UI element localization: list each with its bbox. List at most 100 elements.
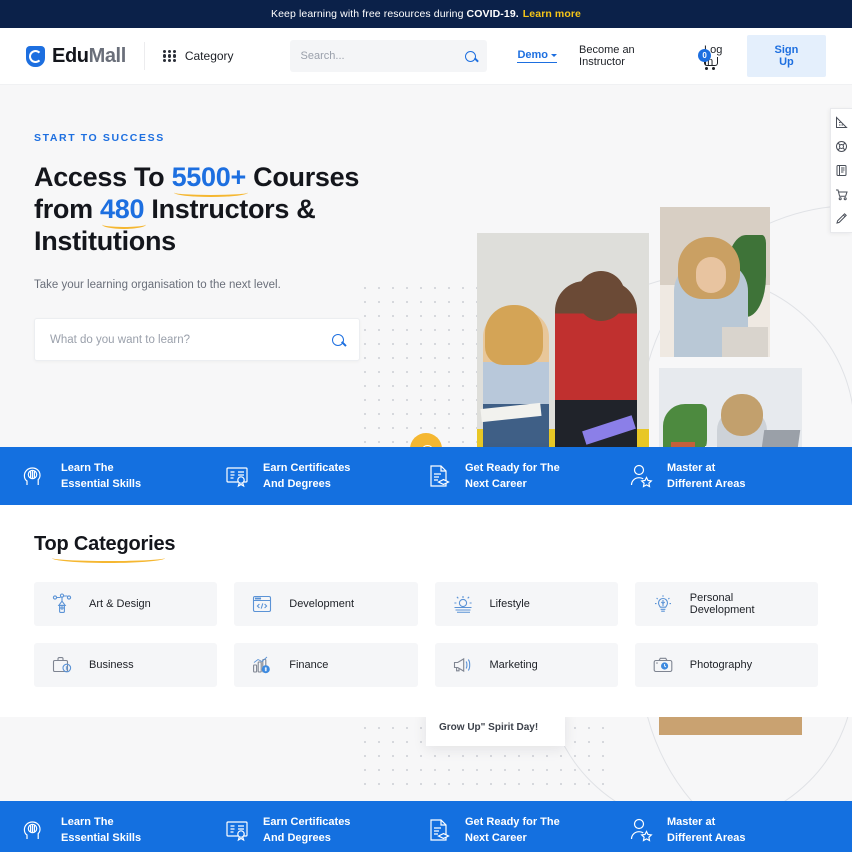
category-label: Art & Design — [89, 598, 151, 610]
category-card-art-design[interactable]: Art & Design — [34, 582, 218, 626]
graduation-document-icon — [426, 463, 452, 489]
hero-title-part-3: from — [34, 194, 101, 224]
hero-search-icon[interactable] — [332, 333, 344, 346]
code-window-icon — [251, 593, 273, 615]
category-label: Category — [184, 49, 234, 63]
category-label: Development — [289, 598, 355, 610]
category-card-photography[interactable]: Photography — [634, 643, 818, 687]
category-grid: Art & Design Development Lifestyle Perso… — [34, 582, 818, 687]
hero-title-part-1: Access To — [34, 162, 172, 192]
hero-search-box[interactable] — [34, 318, 360, 361]
certificate-icon — [224, 817, 250, 843]
hero-search-input[interactable] — [50, 333, 332, 346]
ruler-triangle-icon[interactable] — [835, 116, 848, 129]
cart-count-badge: 0 — [698, 49, 712, 62]
feature-label-career-repeat: Get Ready for The Next Career — [465, 814, 560, 846]
hero-highlight-instructor-count: 480 — [100, 194, 147, 229]
feature-bar: Learn The Essential Skills Earn Certific… — [0, 447, 852, 505]
feature-line2: Essential Skills — [61, 832, 142, 844]
pencil-icon[interactable] — [835, 212, 848, 225]
search-icon[interactable] — [465, 50, 477, 62]
category-label: Photography — [689, 659, 753, 671]
feature-label-certificates: Earn Certificates And Degrees — [263, 460, 350, 492]
feature-label-skills-repeat: Learn The Essential Skills — [61, 814, 141, 846]
lifebuoy-icon[interactable] — [835, 140, 848, 153]
sunset-icon — [452, 593, 474, 615]
header-divider-1 — [143, 42, 145, 70]
feature-label-master: Master at Different Areas — [667, 460, 745, 492]
feature-item-certificates-repeat: Earn Certificates And Degrees — [224, 814, 426, 846]
feature-label-skills: Learn The Essential Skills — [61, 460, 141, 492]
nav-demo-dropdown[interactable]: Demo — [517, 49, 558, 63]
category-card-development[interactable]: Development — [234, 582, 418, 626]
floating-side-toolbar — [830, 108, 852, 233]
banner-bold-text: COVID-19. — [466, 8, 519, 20]
logo-edu: Edu — [52, 44, 89, 67]
feature-line1: Master at — [667, 462, 716, 474]
hero-title-part-5: Institutions — [34, 226, 176, 256]
chart-coin-icon — [251, 654, 273, 676]
user-star-icon — [628, 463, 654, 489]
feature-line1: Get Ready for The — [465, 816, 560, 828]
hero-title: Access To 5500+ Courses from 480 Instruc… — [34, 161, 374, 257]
category-label: Business — [89, 659, 134, 671]
logo[interactable]: EduMall — [26, 45, 126, 68]
graduation-document-icon — [426, 817, 452, 843]
nav-become-instructor[interactable]: Become an Instructor — [579, 44, 678, 68]
repeated-notification-card: Grow Up" Spirit Day! — [426, 717, 565, 746]
hero-subtitle: Take your learning organisation to the n… — [34, 279, 281, 291]
hero-title-part-2: Courses — [245, 162, 360, 192]
grid-icon — [162, 49, 176, 63]
logo-mall: Mall — [88, 44, 127, 67]
search-input[interactable] — [300, 50, 466, 62]
cart-tool-icon[interactable] — [835, 188, 848, 201]
hero-photo-woman-laptop — [660, 207, 770, 357]
page-title: Top Categories — [34, 533, 176, 563]
feature-item-skills: Learn The Essential Skills — [22, 460, 224, 492]
feature-line2: Different Areas — [667, 478, 746, 490]
header-search-box[interactable] — [289, 40, 488, 72]
lightbulb-icon — [652, 593, 674, 615]
feature-item-career-repeat: Get Ready for The Next Career — [426, 814, 628, 846]
megaphone-icon — [452, 654, 474, 676]
category-card-personal-development[interactable]: Personal Development — [634, 582, 818, 626]
feature-label-master-repeat: Master at Different Areas — [667, 814, 745, 846]
feature-item-master-repeat: Master at Different Areas — [628, 814, 830, 846]
category-card-lifestyle[interactable]: Lifestyle — [434, 582, 618, 626]
signup-button[interactable]: Sign Up — [746, 35, 826, 77]
camera-icon — [652, 654, 674, 676]
shield-logo-icon — [26, 45, 45, 67]
feature-line2: Different Areas — [667, 832, 746, 844]
category-menu-button[interactable]: Category — [162, 49, 234, 63]
category-card-business[interactable]: Business — [34, 643, 218, 687]
repeated-hero-photo — [659, 717, 802, 735]
feature-line1: Get Ready for The — [465, 462, 560, 474]
hero-photo-conversation — [477, 233, 649, 447]
covid-announcement-banner: Keep learning with free resources during… — [0, 0, 852, 28]
site-header: EduMall Category Demo Become an Instruct… — [0, 28, 852, 85]
feature-line2: And Degrees — [263, 478, 331, 490]
feature-line2: Essential Skills — [61, 478, 142, 490]
bell-icon — [421, 444, 433, 447]
category-card-finance[interactable]: Finance — [234, 643, 418, 687]
feature-item-career: Get Ready for The Next Career — [426, 460, 628, 492]
category-label: Marketing — [489, 659, 538, 671]
top-categories-section: Top Categories Art & Design Development … — [0, 505, 852, 705]
hero-highlight-courses-count: 5500+ — [171, 162, 249, 197]
certificate-icon — [224, 463, 250, 489]
brain-head-icon — [22, 817, 48, 843]
header-nav: Demo Become an Instructor — [517, 44, 678, 68]
nav-demo-label: Demo — [517, 49, 549, 61]
chevron-down-icon — [551, 53, 558, 57]
category-label: Personal Development — [689, 592, 755, 616]
banner-learn-more-link[interactable]: Learn more — [523, 8, 581, 20]
feature-line2: Next Career — [465, 832, 527, 844]
category-card-marketing[interactable]: Marketing — [434, 643, 618, 687]
book-panel-icon[interactable] — [835, 164, 848, 177]
hero-title-part-4: Instructors & — [144, 194, 316, 224]
pen-tool-icon — [51, 593, 73, 615]
auth-actions: Log In Sign Up — [704, 35, 826, 77]
feature-line1: Earn Certificates — [263, 816, 351, 828]
feature-line1: Learn The — [61, 816, 114, 828]
category-label: Finance — [289, 659, 329, 671]
